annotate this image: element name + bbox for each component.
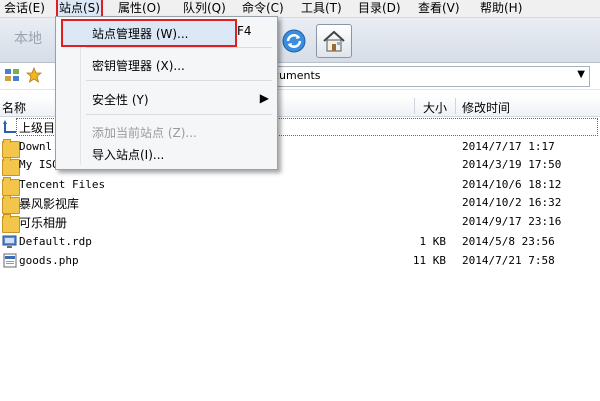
file-name: Default.rdp bbox=[19, 235, 92, 248]
file-name: 上级目 bbox=[19, 121, 56, 135]
list-item[interactable]: 暴风影视库 2014/10/2 16:32 bbox=[0, 194, 600, 214]
site-menu-dropdown: 站点管理器 (W)... 密钥管理器 (X)... 安全性 (Y) ▶ 添加当前… bbox=[55, 16, 278, 170]
file-name: goods.php bbox=[19, 254, 79, 267]
column-modified[interactable]: 修改时间 bbox=[462, 99, 510, 116]
rdp-file-icon bbox=[2, 235, 17, 248]
menu-item-label: 密钥管理器 (X)... bbox=[92, 59, 185, 73]
home-button[interactable] bbox=[316, 24, 352, 58]
site-manager-shortcut: F4 bbox=[237, 24, 252, 38]
chevron-down-icon[interactable]: ▼ bbox=[577, 69, 585, 80]
file-date: 2014/9/17 23:16 bbox=[462, 215, 562, 228]
view-toggle-icon[interactable] bbox=[4, 67, 22, 83]
folder-icon bbox=[2, 157, 20, 176]
refresh-icon bbox=[282, 29, 306, 53]
menu-item-key-manager[interactable]: 密钥管理器 (X)... bbox=[58, 53, 273, 75]
list-item[interactable]: 可乐相册 2014/9/17 23:16 bbox=[0, 213, 600, 233]
file-name: Downl bbox=[19, 140, 53, 153]
list-item[interactable]: Tencent Files 2014/10/6 18:12 bbox=[0, 176, 600, 196]
file-date: 2014/3/19 17:50 bbox=[462, 158, 562, 171]
column-name[interactable]: 名称 bbox=[2, 99, 26, 116]
menu-properties[interactable]: 属性(O) bbox=[117, 0, 162, 17]
menu-view[interactable]: 查看(V) bbox=[417, 0, 461, 17]
menu-item-security[interactable]: 安全性 (Y) ▶ bbox=[58, 87, 273, 109]
local-tab-label[interactable]: 本地 bbox=[14, 28, 42, 48]
file-name: 可乐相册 bbox=[19, 216, 68, 230]
menu-item-label: 安全性 (Y) bbox=[92, 93, 149, 107]
favorite-star-icon[interactable] bbox=[26, 67, 42, 83]
file-name: 暴风影视库 bbox=[19, 197, 80, 211]
menu-item-label: 添加当前站点 (Z)... bbox=[92, 126, 197, 140]
file-name: Tencent Files bbox=[19, 178, 106, 191]
php-file-icon bbox=[3, 253, 17, 268]
folder-icon bbox=[2, 195, 20, 214]
file-date: 2014/7/21 7:58 bbox=[462, 254, 555, 267]
menu-item-import-site[interactable]: 导入站点(I)... bbox=[58, 142, 273, 164]
menu-session[interactable]: 会话(E) bbox=[3, 0, 46, 17]
file-date: 2014/10/2 16:32 bbox=[462, 196, 562, 209]
menu-queue[interactable]: 队列(Q) bbox=[182, 0, 227, 17]
address-path-text: cuments bbox=[273, 69, 321, 82]
menu-help[interactable]: 帮助(H) bbox=[479, 0, 523, 17]
address-icons bbox=[4, 67, 42, 83]
folder-icon bbox=[2, 214, 20, 233]
menu-tools[interactable]: 工具(T) bbox=[300, 0, 343, 17]
refresh-button[interactable] bbox=[276, 24, 312, 58]
home-icon bbox=[323, 30, 345, 52]
menu-item-site-manager[interactable]: 站点管理器 (W)... bbox=[61, 19, 237, 47]
menu-item-label: 站点管理器 (W)... bbox=[92, 27, 189, 41]
menu-directory[interactable]: 目录(D) bbox=[357, 0, 402, 17]
file-date: 2014/10/6 18:12 bbox=[462, 178, 562, 191]
menu-item-add-current-site: 添加当前站点 (Z)... bbox=[58, 120, 273, 142]
list-item[interactable]: goods.php 11 KB 2014/7/21 7:58 bbox=[0, 252, 600, 270]
column-size[interactable]: 大小 bbox=[423, 99, 447, 116]
file-size: 1 KB bbox=[419, 235, 447, 248]
up-arrow-icon bbox=[3, 120, 16, 133]
list-item[interactable]: Default.rdp 1 KB 2014/5/8 23:56 bbox=[0, 233, 600, 251]
submenu-arrow-icon: ▶ bbox=[259, 91, 269, 105]
file-date: 2014/5/8 23:56 bbox=[462, 235, 555, 248]
menu-item-label: 导入站点(I)... bbox=[92, 148, 165, 162]
menu-command[interactable]: 命令(C) bbox=[241, 0, 285, 17]
file-size: 11 KB bbox=[412, 254, 446, 267]
file-date: 2014/7/17 1:17 bbox=[462, 140, 555, 153]
